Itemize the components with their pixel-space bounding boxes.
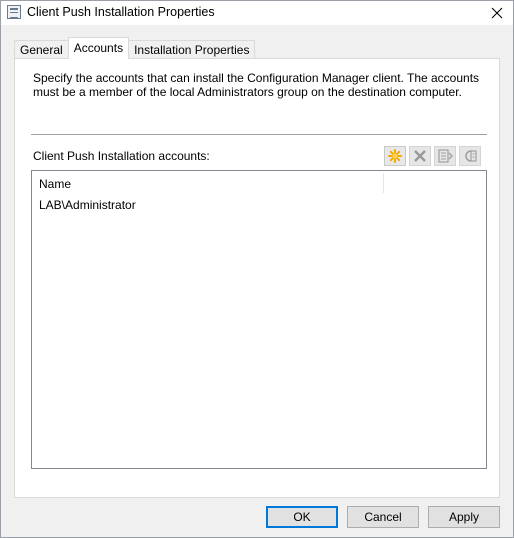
properties-icon xyxy=(438,149,453,163)
column-header-name[interactable]: Name xyxy=(39,177,71,191)
cancel-button[interactable]: Cancel xyxy=(347,506,419,528)
delete-x-icon xyxy=(414,150,426,162)
accounts-listview[interactable]: Name LAB\Administrator xyxy=(31,170,487,469)
list-header: Name xyxy=(32,171,486,196)
verify-icon xyxy=(465,150,477,162)
verify-account-button[interactable] xyxy=(459,146,481,166)
accounts-list-label: Client Push Installation accounts: xyxy=(33,149,210,163)
accounts-toolbar xyxy=(384,146,481,166)
separator-line xyxy=(31,134,487,136)
window-title: Client Push Installation Properties xyxy=(27,5,215,19)
tab-accounts[interactable]: Accounts xyxy=(67,37,130,59)
close-icon xyxy=(491,7,503,19)
title-bar[interactable]: Client Push Installation Properties xyxy=(1,1,513,25)
tab-strip: General Accounts Installation Properties xyxy=(14,37,256,59)
delete-account-button[interactable] xyxy=(409,146,431,166)
column-divider[interactable] xyxy=(383,173,384,193)
new-account-button[interactable] xyxy=(384,146,406,166)
ok-button[interactable]: OK xyxy=(266,506,338,528)
accounts-description: Specify the accounts that can install th… xyxy=(33,71,480,99)
dialog-properties-icon xyxy=(7,5,21,19)
properties-dialog: Client Push Installation Properties Gene… xyxy=(0,0,514,538)
apply-button[interactable]: Apply xyxy=(428,506,500,528)
new-star-icon xyxy=(388,149,402,163)
close-button[interactable] xyxy=(481,1,513,25)
account-properties-button[interactable] xyxy=(434,146,456,166)
tab-installation-properties[interactable]: Installation Properties xyxy=(128,40,256,59)
tab-general[interactable]: General xyxy=(14,40,69,59)
accounts-tab-panel: Specify the accounts that can install th… xyxy=(14,58,500,498)
list-item[interactable]: LAB\Administrator xyxy=(39,198,136,212)
